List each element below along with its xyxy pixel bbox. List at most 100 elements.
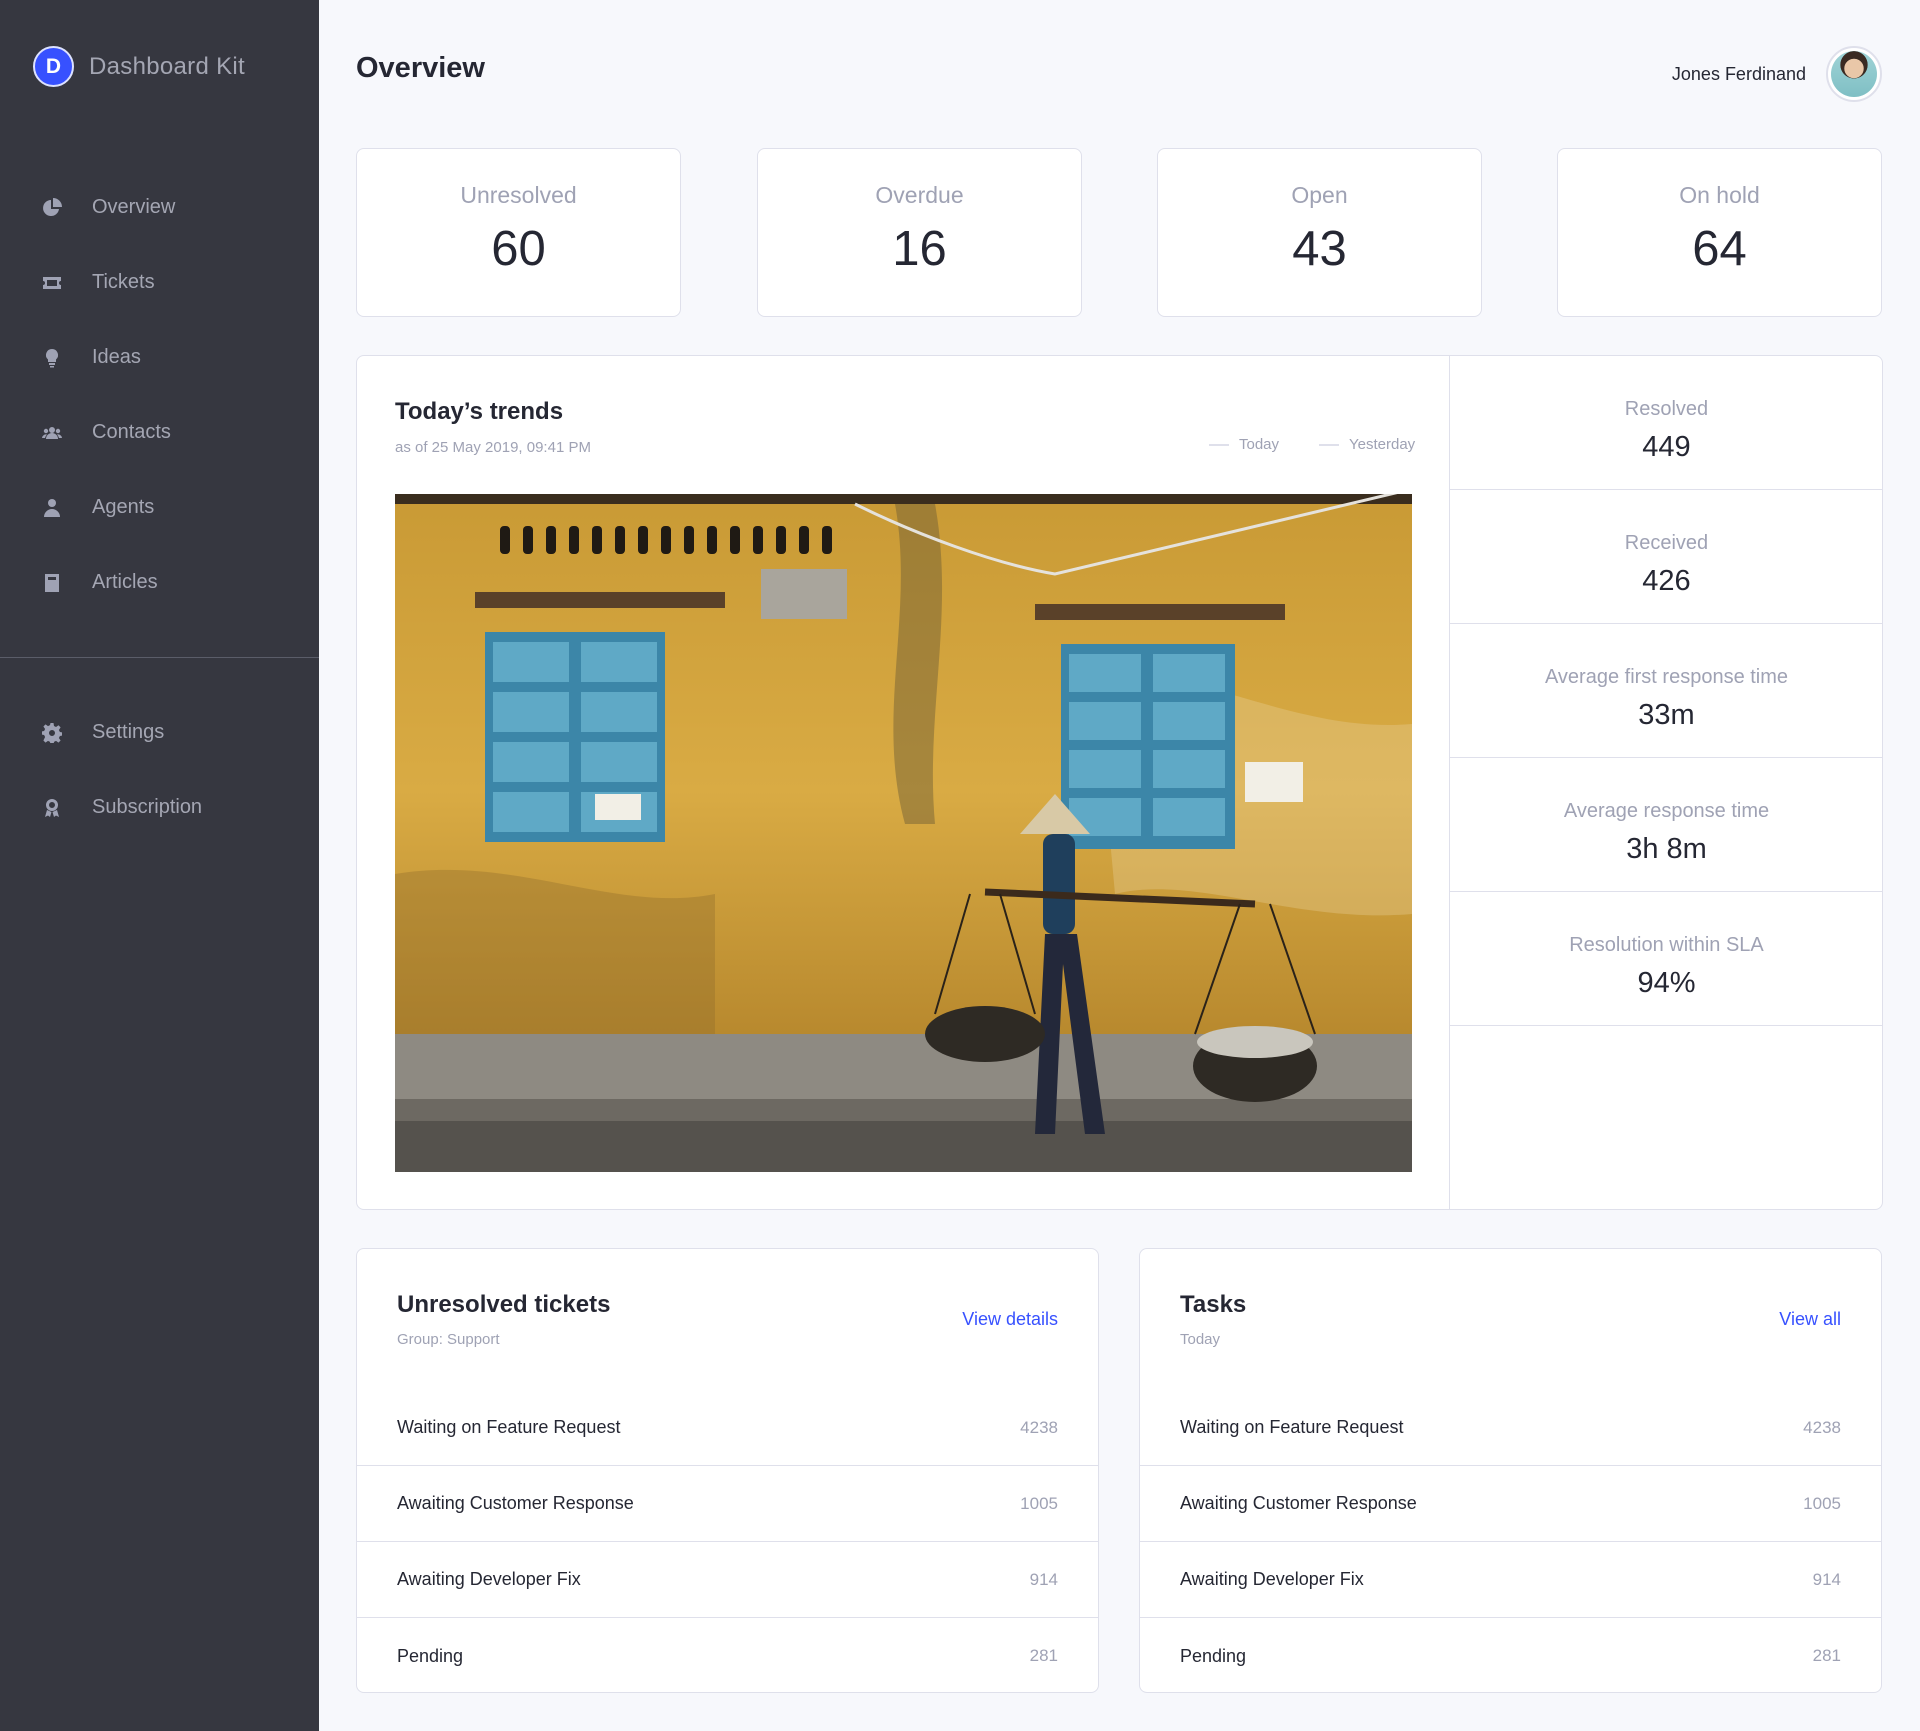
- avatar[interactable]: [1826, 46, 1882, 102]
- list-item-count: 914: [1029, 1569, 1058, 1589]
- panel-subtitle: Group: Support: [397, 1331, 500, 1348]
- trends-panel: Today’s trends as of 25 May 2019, 09:41 …: [356, 355, 1883, 1210]
- trends-title: Today’s trends: [395, 398, 564, 425]
- list-item[interactable]: Awaiting Customer Response 1005: [1140, 1466, 1881, 1542]
- lightbulb-icon: [42, 348, 62, 368]
- list-item-label: Waiting on Feature Request: [1180, 1417, 1404, 1437]
- legend-swatch: [1209, 443, 1229, 446]
- panel-title: Tasks: [1180, 1291, 1247, 1318]
- pie-chart-icon: [42, 197, 62, 218]
- book-icon: [42, 573, 62, 593]
- stat-label: Overdue: [875, 182, 964, 208]
- sidebar-nav: Overview Tickets Ideas Contacts Agents A…: [0, 170, 319, 845]
- user-menu[interactable]: Jones Ferdinand: [1672, 46, 1882, 102]
- panel-title: Unresolved tickets: [397, 1291, 611, 1318]
- stat-card-open[interactable]: Open 43: [1157, 148, 1482, 317]
- view-details-link[interactable]: View details: [962, 1309, 1058, 1330]
- legend-yesterday: Yesterday: [1319, 436, 1415, 453]
- sidebar-item-label: Contacts: [92, 421, 171, 443]
- list-item-count: 1005: [1803, 1493, 1841, 1513]
- list-item[interactable]: Pending 281: [1140, 1618, 1881, 1692]
- stat-card-overdue[interactable]: Overdue 16: [757, 148, 1082, 317]
- list-item-label: Awaiting Developer Fix: [397, 1569, 581, 1589]
- sidebar-item-label: Articles: [92, 571, 158, 593]
- stat-label: Open: [1291, 182, 1348, 208]
- list-item-count: 281: [1812, 1646, 1841, 1665]
- trends-photo: [395, 494, 1412, 1172]
- stat-label: Unresolved: [460, 182, 577, 208]
- legend-today: Today: [1209, 436, 1279, 453]
- legend-swatch: [1319, 443, 1339, 446]
- sidebar-item-agents[interactable]: Agents: [0, 470, 319, 545]
- legend-label: Yesterday: [1349, 436, 1416, 453]
- list-item[interactable]: Pending 281: [357, 1618, 1098, 1692]
- list-item-count: 4238: [1020, 1417, 1058, 1437]
- sidebar-item-label: Subscription: [92, 796, 203, 818]
- side-stat-label: Received: [1624, 532, 1709, 554]
- sidebar-item-ideas[interactable]: Ideas: [0, 320, 319, 395]
- side-stat-response-time: Average response time 3h 8m: [1450, 758, 1882, 892]
- sidebar-item-articles[interactable]: Articles: [0, 545, 319, 620]
- award-icon: [42, 798, 62, 818]
- legend-label: Today: [1239, 436, 1280, 453]
- task-list: Waiting on Feature Request 4238 Awaiting…: [1140, 1390, 1881, 1692]
- sidebar-item-label: Tickets: [92, 271, 155, 293]
- side-stat-value: 426: [1642, 565, 1691, 597]
- stat-value: 60: [491, 222, 546, 276]
- side-stat-label: Resolved: [1624, 398, 1709, 420]
- sidebar-item-label: Agents: [92, 496, 155, 518]
- list-item[interactable]: Awaiting Developer Fix 914: [1140, 1542, 1881, 1618]
- stat-card-on-hold[interactable]: On hold 64: [1557, 148, 1882, 317]
- stat-value: 43: [1292, 222, 1347, 276]
- list-item[interactable]: Awaiting Customer Response 1005: [357, 1466, 1098, 1542]
- side-stat-value: 3h 8m: [1626, 833, 1707, 865]
- brand-logo: D: [33, 46, 74, 87]
- sidebar-item-contacts[interactable]: Contacts: [0, 395, 319, 470]
- list-item-label: Waiting on Feature Request: [397, 1417, 621, 1437]
- list-item-count: 914: [1812, 1569, 1841, 1589]
- list-item[interactable]: Awaiting Developer Fix 914: [357, 1542, 1098, 1618]
- list-item[interactable]: Waiting on Feature Request 4238: [1140, 1390, 1881, 1466]
- sidebar-item-label: Ideas: [92, 346, 141, 368]
- side-stat-resolved: Resolved 449: [1450, 356, 1882, 490]
- user-tie-icon: [42, 498, 62, 518]
- stat-label: On hold: [1679, 182, 1760, 208]
- page-title: Overview: [356, 52, 485, 84]
- list-item-count: 4238: [1803, 1417, 1841, 1437]
- panel-subtitle: Today: [1180, 1331, 1221, 1348]
- unresolved-tickets-panel: Unresolved tickets Group: Support View d…: [356, 1248, 1099, 1693]
- sidebar-item-overview[interactable]: Overview: [0, 170, 319, 245]
- list-item-label: Pending: [1180, 1645, 1247, 1666]
- sidebar-item-label: Settings: [92, 721, 165, 743]
- sidebar-item-tickets[interactable]: Tickets: [0, 245, 319, 320]
- sidebar-item-settings[interactable]: Settings: [0, 695, 319, 770]
- side-stat-label: Average response time: [1563, 800, 1770, 822]
- sidebar-item-subscription[interactable]: Subscription: [0, 770, 319, 845]
- list-item-count: 281: [1029, 1646, 1058, 1665]
- side-stat-first-response: Average first response time 33m: [1450, 624, 1882, 758]
- stat-value: 16: [892, 222, 947, 276]
- side-stat-label: Average first response time: [1544, 666, 1789, 688]
- side-stat-sla: Resolution within SLA 94%: [1450, 892, 1882, 1026]
- side-stat-value: 94%: [1637, 967, 1696, 999]
- list-item[interactable]: Waiting on Feature Request 4238: [357, 1390, 1098, 1466]
- list-item-count: 1005: [1020, 1493, 1058, 1513]
- sidebar: D Dashboard Kit Overview Tickets Ideas C…: [0, 0, 319, 1731]
- side-stat-label: Resolution within SLA: [1569, 934, 1764, 956]
- list-item-label: Awaiting Developer Fix: [1180, 1569, 1364, 1589]
- user-name: Jones Ferdinand: [1671, 63, 1806, 84]
- sidebar-divider: [0, 657, 319, 658]
- ticket-icon: [42, 273, 62, 293]
- trends-subtitle: as of 25 May 2019, 09:41 PM: [395, 439, 591, 456]
- list-item-label: Awaiting Customer Response: [1180, 1493, 1417, 1513]
- stat-card-unresolved[interactable]: Unresolved 60: [356, 148, 681, 317]
- ticket-list: Waiting on Feature Request 4238 Awaiting…: [357, 1390, 1098, 1692]
- stat-value: 64: [1692, 222, 1747, 276]
- tasks-panel: Tasks Today View all Waiting on Feature …: [1139, 1248, 1882, 1693]
- brand[interactable]: D Dashboard Kit: [33, 46, 245, 87]
- sidebar-item-label: Overview: [92, 196, 176, 218]
- list-item-label: Awaiting Customer Response: [397, 1493, 634, 1513]
- side-stat-value: 33m: [1638, 699, 1695, 731]
- gear-icon: [42, 722, 62, 743]
- view-all-link[interactable]: View all: [1779, 1309, 1841, 1330]
